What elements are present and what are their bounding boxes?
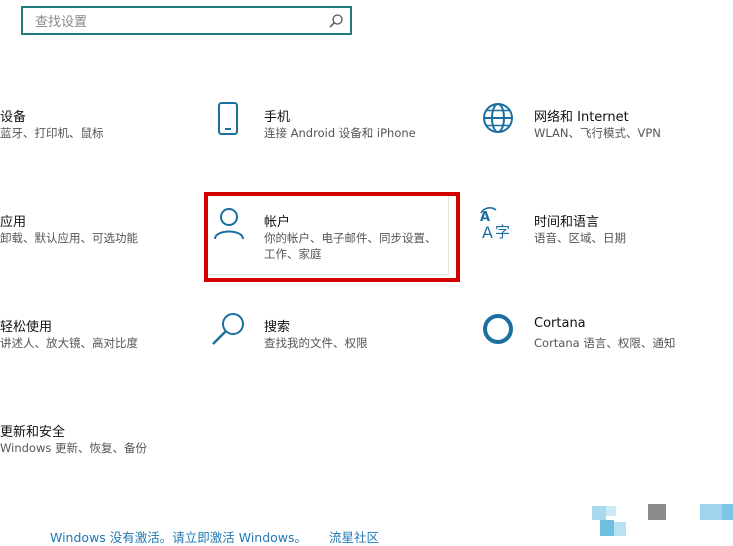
tile-title: 网络和 Internet (534, 110, 629, 125)
cortana-icon (483, 314, 513, 344)
tile-desc: Cortana 语言、权限、通知 (534, 336, 676, 350)
search-icon[interactable] (328, 13, 344, 29)
settings-search-box[interactable] (21, 6, 352, 35)
tile-desc: 查找我的文件、权限 (264, 336, 368, 350)
tile-title: 应用 (0, 215, 27, 230)
tile-desc: 语音、区域、日期 (534, 231, 626, 245)
tile-title: 设备 (0, 110, 27, 125)
activation-text[interactable]: Windows 没有激活。请立即激活 Windows。 (50, 530, 307, 545)
community-link[interactable]: 流星社区 (329, 530, 379, 545)
tile-title: 时间和语言 (534, 215, 600, 230)
tile-desc: 讲述人、放大镜、高对比度 (0, 336, 138, 350)
svg-text:字: 字 (495, 223, 510, 241)
tile-apps[interactable]: 应用 卸载、默认应用、可选功能 (0, 207, 215, 287)
tile-search[interactable]: 搜索 查找我的文件、权限 (208, 312, 453, 392)
tile-desc: Windows 更新、恢复、备份 (0, 441, 147, 455)
magnifier-icon (212, 313, 244, 345)
tile-desc: 卸载、默认应用、可选功能 (0, 231, 138, 245)
search-input[interactable] (33, 11, 327, 33)
tile-devices[interactable]: 设备 蓝牙、打印机、鼠标 (0, 102, 215, 182)
phone-icon (218, 102, 238, 135)
tile-desc: 蓝牙、打印机、鼠标 (0, 126, 104, 140)
tile-cortana[interactable]: Cortana Cortana 语言、权限、通知 (478, 312, 723, 392)
watermark-logo-icon (592, 504, 733, 536)
tile-network[interactable]: 网络和 Internet WLAN、飞行模式、VPN (478, 102, 723, 182)
activation-notice[interactable]: Windows 没有激活。请立即激活 Windows。 流星社区 (50, 527, 379, 546)
language-icon: A A 字 (480, 207, 510, 242)
svg-text:A: A (482, 223, 493, 242)
tile-update-security[interactable]: 更新和安全 Windows 更新、恢复、备份 (0, 417, 215, 497)
tile-title: 手机 (264, 110, 291, 125)
tile-title: 轻松使用 (0, 320, 53, 335)
highlight-box (204, 192, 460, 282)
globe-icon (483, 103, 513, 133)
tile-title: Cortana (534, 316, 586, 331)
tile-desc: WLAN、飞行模式、VPN (534, 126, 661, 140)
tile-phone[interactable]: 手机 连接 Android 设备和 iPhone (208, 102, 453, 182)
tile-ease-of-access[interactable]: 轻松使用 讲述人、放大镜、高对比度 (0, 312, 215, 392)
tile-title: 更新和安全 (0, 425, 66, 440)
tile-desc: 连接 Android 设备和 iPhone (264, 126, 416, 140)
tile-title: 搜索 (264, 320, 291, 335)
tile-time-language[interactable]: A A 字 时间和语言 语音、区域、日期 (478, 207, 723, 287)
